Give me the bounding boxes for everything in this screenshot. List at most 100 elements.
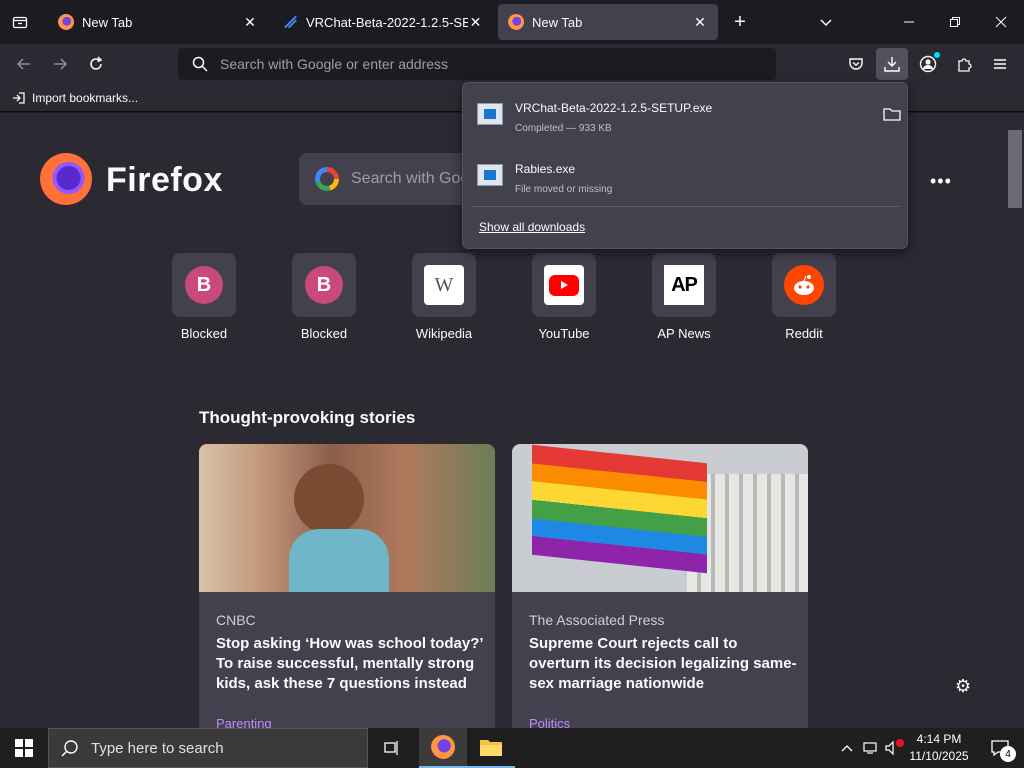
more-options-icon[interactable]: ••• (930, 171, 952, 192)
shortcut-label: AP News (657, 326, 711, 341)
brand-wordmark: Firefox (106, 161, 223, 199)
download-item[interactable]: VRChat-Beta-2022-1.2.5-SETUP.exe Complet… (475, 93, 901, 143)
shortcut-label: Blocked (180, 326, 228, 341)
tab-title: New Tab (82, 14, 133, 30)
navigation-toolbar: Search with Google or enter address (0, 44, 1024, 84)
wikipedia-icon: W (424, 265, 464, 305)
shortcut-tile[interactable] (532, 253, 596, 317)
import-bookmarks-item[interactable]: Import bookmarks... (12, 91, 138, 105)
tab-list-icon[interactable] (8, 10, 32, 34)
new-tab-button[interactable]: + (728, 10, 752, 34)
show-all-downloads-button[interactable]: Show all downloads (479, 220, 585, 234)
system-tray (838, 728, 904, 768)
story-image (199, 444, 495, 592)
tab-vrchat-download[interactable]: VRChat-Beta-2022-1.2.5-SETUP.exe ✕ (273, 4, 493, 40)
pocket-icon[interactable] (842, 50, 870, 78)
story-source: The Associated Press (529, 612, 665, 628)
firefox-icon (58, 14, 74, 30)
address-placeholder: Search with Google or enter address (220, 56, 449, 72)
google-icon (315, 167, 339, 191)
minimize-button[interactable] (886, 0, 932, 44)
search-icon (192, 56, 208, 72)
shortcut-label: Reddit (785, 326, 823, 341)
tab-title: New Tab (532, 14, 583, 30)
shortcut-tile[interactable]: AP (652, 253, 716, 317)
download-item[interactable]: Rabies.exe File moved or missing (475, 154, 895, 204)
download-status: Completed — 933 KB (515, 123, 612, 134)
account-icon[interactable] (914, 50, 942, 78)
show-hidden-icons-chevron-icon[interactable] (838, 744, 856, 752)
clock-date: 11/10/2025 (909, 749, 969, 763)
stories-section-title: Thought-provoking stories (199, 408, 416, 427)
youtube-icon (544, 265, 584, 305)
shortcut-ap-news[interactable]: AP AP News (634, 253, 734, 341)
story-source: CNBC (216, 612, 256, 628)
shortcut-blocked-1[interactable]: B Blocked (154, 253, 254, 341)
shortcut-tile[interactable]: B (172, 253, 236, 317)
blocked-icon: B (305, 266, 343, 304)
download-icon (884, 57, 900, 72)
story-card[interactable]: The Associated Press Supreme Court rejec… (512, 444, 808, 728)
close-icon[interactable]: ✕ (692, 14, 708, 30)
shortcut-tile[interactable]: B (292, 253, 356, 317)
scrollbar-thumb[interactable] (1008, 130, 1022, 208)
notification-center-icon[interactable]: 4 (976, 728, 1024, 768)
address-bar[interactable]: Search with Google or enter address (178, 48, 776, 80)
story-card[interactable]: CNBC Stop asking ‘How was school today?’… (199, 444, 495, 728)
downloads-panel: VRChat-Beta-2022-1.2.5-SETUP.exe Complet… (462, 82, 908, 249)
file-explorer-icon[interactable] (467, 728, 515, 768)
firefox-logo (40, 153, 92, 205)
search-icon (61, 740, 78, 757)
shortcut-tile[interactable] (772, 253, 836, 317)
windows-taskbar: Type here to search 4:14 PM 11/10/2025 4 (0, 728, 1024, 768)
shortcut-label: Blocked (300, 326, 348, 341)
reddit-icon (784, 265, 824, 305)
forward-arrow-icon[interactable] (46, 50, 74, 78)
taskbar-search-placeholder: Type here to search (91, 739, 224, 757)
shortcut-wikipedia[interactable]: W Wikipedia (394, 253, 494, 341)
tab-new-tab-2[interactable]: New Tab ✕ (498, 4, 718, 40)
download-status: File moved or missing (515, 184, 613, 195)
shortcut-blocked-2[interactable]: B Blocked (274, 253, 374, 341)
download-filename: VRChat-Beta-2022-1.2.5-SETUP.exe (515, 101, 713, 115)
reload-icon[interactable] (82, 50, 110, 78)
menu-hamburger-icon[interactable] (986, 50, 1014, 78)
shortcut-youtube[interactable]: YouTube (514, 253, 614, 341)
tab-strip: New Tab ✕ VRChat-Beta-2022-1.2.5-SETUP.e… (0, 0, 1024, 44)
windows-start-icon[interactable] (0, 728, 48, 768)
shortcut-tile[interactable]: W (412, 253, 476, 317)
download-file-icon (284, 15, 297, 29)
network-icon[interactable] (860, 741, 882, 755)
close-window-button[interactable] (978, 0, 1024, 44)
taskbar-firefox-icon[interactable] (419, 728, 467, 768)
import-icon (13, 91, 25, 104)
folder-icon[interactable] (883, 107, 901, 121)
notification-count-badge: 4 (1000, 746, 1016, 762)
clock-time: 4:14 PM (916, 732, 962, 746)
blocked-icon: B (185, 266, 223, 304)
close-icon[interactable]: ✕ (468, 14, 483, 30)
extensions-puzzle-icon[interactable] (950, 50, 978, 78)
story-headline: Supreme Court rejects call to overturn i… (529, 635, 797, 692)
back-arrow-icon[interactable] (10, 50, 38, 78)
downloads-button[interactable] (876, 48, 908, 80)
taskbar-search-input[interactable]: Type here to search (48, 728, 368, 768)
import-bookmarks-label: Import bookmarks... (32, 90, 139, 105)
story-category: Politics (529, 716, 571, 728)
story-category: Parenting (216, 716, 272, 728)
tab-title: VRChat-Beta-2022-1.2.5-SETUP.exe (306, 14, 468, 30)
close-icon[interactable]: ✕ (242, 14, 258, 30)
restore-button[interactable] (932, 0, 978, 44)
shortcut-reddit[interactable]: Reddit (754, 253, 854, 341)
shortcut-label: Wikipedia (415, 326, 473, 341)
story-headline: Stop asking ‘How was school today?’ To r… (216, 635, 483, 692)
exe-file-icon (477, 103, 503, 125)
task-view-icon[interactable] (368, 728, 416, 768)
shortcut-label: YouTube (538, 326, 590, 341)
list-all-tabs-chevron-icon[interactable] (814, 10, 838, 34)
firefox-icon (508, 14, 524, 30)
taskbar-clock[interactable]: 4:14 PM 11/10/2025 (898, 731, 980, 765)
gear-icon[interactable]: ⚙ (955, 676, 971, 697)
tab-new-tab-1[interactable]: New Tab ✕ (48, 4, 268, 40)
sync-badge (934, 52, 940, 58)
